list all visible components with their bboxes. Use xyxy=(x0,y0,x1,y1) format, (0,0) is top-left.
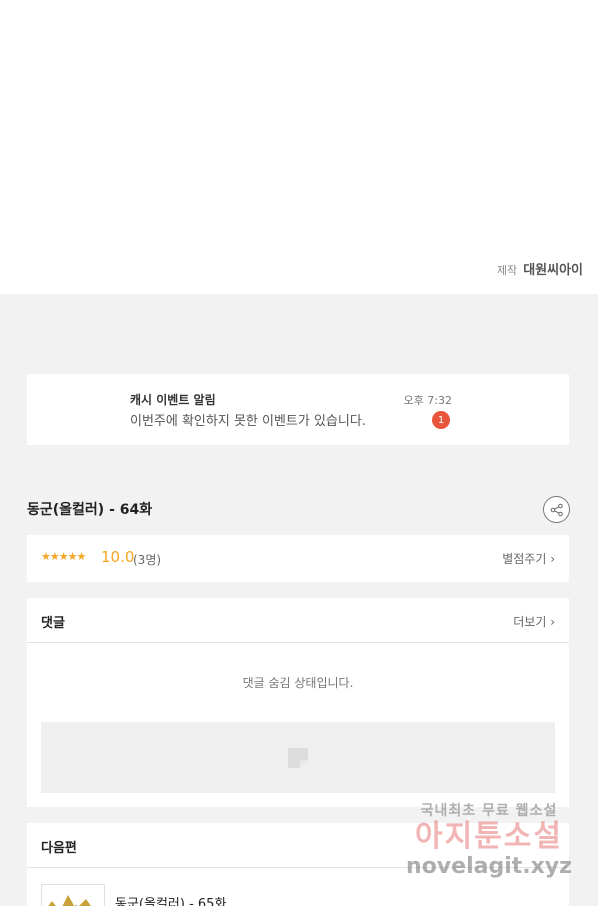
top-content-area: 제작 대원씨아이 xyxy=(0,0,598,294)
credit-label: 제작 xyxy=(496,264,518,277)
rating-score: 10.0 xyxy=(101,548,135,566)
rating-stars: ★★★★★ xyxy=(41,550,86,563)
give-rating-link[interactable]: 별점주기 › xyxy=(502,550,555,567)
episode-title: 동군(올컬러) - 64화 xyxy=(27,502,153,518)
watermark-line1: 국내최초 무료 웹소설 xyxy=(420,803,558,819)
image-placeholder-icon xyxy=(288,747,308,768)
notice-count-badge: 1 xyxy=(432,411,450,429)
comments-header: 댓글 더보기 › xyxy=(27,598,569,643)
watermark-line2: 아지툰소설 xyxy=(415,819,563,854)
comments-section: 댓글 더보기 › 댓글 숨김 상태입니다. xyxy=(27,598,569,807)
next-episode-thumbnail[interactable] xyxy=(41,884,105,906)
ad-placeholder xyxy=(41,722,555,793)
share-button[interactable] xyxy=(543,496,570,523)
credit-name: 대원씨아이 xyxy=(523,263,583,278)
notice-title: 캐시 이벤트 알림 xyxy=(130,393,216,407)
cash-event-notice[interactable]: 캐시 이벤트 알림 이번주에 확인하지 못한 이벤트가 있습니다. 오후 7:3… xyxy=(27,374,569,445)
comments-hidden-message: 댓글 숨김 상태입니다. xyxy=(242,676,354,690)
share-icon xyxy=(550,503,563,516)
rating-count: (3명) xyxy=(133,553,162,567)
comments-more-link[interactable]: 더보기 › xyxy=(513,613,555,630)
next-title: 다음편 xyxy=(41,841,77,856)
production-credit: 제작 대원씨아이 xyxy=(497,259,583,278)
notice-message: 이번주에 확인하지 못한 이벤트가 있습니다. xyxy=(130,414,366,429)
notice-time: 오후 7:32 xyxy=(403,394,452,407)
watermark: 국내최초 무료 웹소설 아지툰소설 novelagit.xyz xyxy=(404,800,574,888)
next-episode-title[interactable]: 동군(올컬러) - 65화 xyxy=(115,893,226,906)
comments-title: 댓글 xyxy=(41,616,65,631)
rating-bar: ★★★★★ 10.0 (3명) 별점주기 › xyxy=(27,535,569,582)
watermark-line3: novelagit.xyz xyxy=(406,854,572,879)
